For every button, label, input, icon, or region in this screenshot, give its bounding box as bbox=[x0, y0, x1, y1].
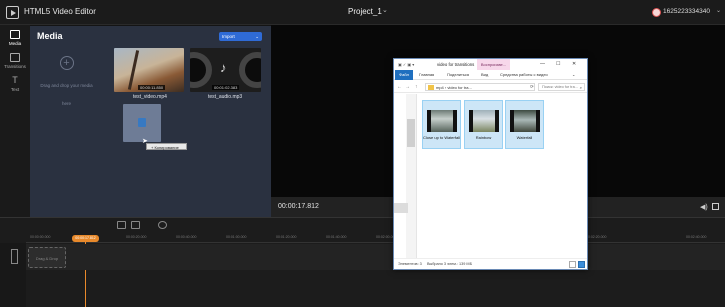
minimize-icon[interactable]: — bbox=[540, 61, 545, 67]
settings-icon[interactable] bbox=[158, 221, 167, 229]
up-icon[interactable]: ↑ bbox=[415, 84, 418, 90]
details-view-icon[interactable] bbox=[569, 261, 576, 268]
volume-icon[interactable]: ◀) bbox=[700, 203, 708, 211]
scrollbar-segment[interactable] bbox=[394, 203, 408, 213]
cut-icon[interactable] bbox=[131, 221, 140, 229]
file-item[interactable]: Waterfall bbox=[505, 100, 544, 149]
forward-icon[interactable]: → bbox=[405, 84, 410, 90]
folder-icon bbox=[428, 85, 434, 90]
ribbon-tab-video-tools[interactable]: Средства работы с видео bbox=[500, 72, 548, 77]
sidebar: Media Transitions T Text bbox=[0, 25, 30, 217]
sidebar-item-label: Text bbox=[10, 87, 20, 92]
current-time: 00:00:17.812 bbox=[278, 203, 319, 210]
file-name: Rainbow bbox=[475, 135, 492, 140]
quick-access-toolbar[interactable]: ▣ ✓ ▣ ▾ bbox=[398, 62, 414, 67]
media-icon bbox=[10, 30, 20, 39]
file-name: Waterfall bbox=[516, 135, 533, 140]
avatar[interactable] bbox=[652, 8, 661, 17]
tick-label: 00:00:20.000 bbox=[126, 235, 147, 239]
import-button-label: Import bbox=[222, 34, 235, 39]
vinyl-icon bbox=[239, 52, 261, 88]
tick-label: 00:01:20.000 bbox=[276, 235, 297, 239]
media-panel: Media Import ⌄ + Drag and drop your medi… bbox=[30, 26, 271, 217]
app-title: HTML5 Video Editor bbox=[24, 7, 96, 16]
refresh-icon[interactable]: ⟳ bbox=[530, 84, 534, 90]
playhead-time-badge[interactable]: 00:00:17.812 bbox=[72, 235, 99, 242]
file-item[interactable]: Rainbow bbox=[464, 100, 503, 149]
ribbon-tab-file[interactable]: Файл bbox=[395, 70, 413, 80]
video-thumbnail-image bbox=[127, 50, 140, 90]
timeline-drop-target[interactable]: Drag & Drop bbox=[28, 247, 66, 268]
media-item-audio[interactable]: ♪ 00:01:02.383 bbox=[190, 48, 261, 92]
status-item-count: Элементов: 3 bbox=[398, 262, 422, 266]
transitions-icon bbox=[10, 53, 20, 62]
user-id[interactable]: 1625223334340 bbox=[663, 8, 710, 15]
app-logo-icon bbox=[6, 6, 19, 19]
address-bar-row: ← → ↑ mp4 › video for tra... ⟳ Поиск: vi… bbox=[394, 81, 587, 93]
drop-zone-text: Drag and drop your media here bbox=[40, 83, 93, 106]
back-icon[interactable]: ← bbox=[397, 84, 402, 90]
file-icon bbox=[138, 118, 146, 127]
tick-label: 00:02:40.000 bbox=[686, 235, 707, 239]
panel-title: Media bbox=[37, 31, 63, 41]
address-path: mp4 › video for tra... bbox=[436, 85, 472, 90]
user-chevron-down-icon[interactable]: ⌄ bbox=[716, 7, 721, 14]
delete-icon[interactable] bbox=[117, 221, 126, 229]
drag-copy-tooltip: + Копирование bbox=[146, 143, 187, 150]
project-chevron-down-icon[interactable]: ⌄ bbox=[382, 6, 388, 14]
ribbon-expand-icon[interactable]: ⌄ bbox=[572, 72, 575, 77]
timeline-track[interactable] bbox=[26, 244, 725, 270]
ribbon-tab-home[interactable]: Главная bbox=[419, 72, 434, 77]
file-item[interactable]: Close up to Waterfall bbox=[422, 100, 461, 149]
fullscreen-icon[interactable] bbox=[712, 203, 719, 210]
ribbon-tab-view[interactable]: Вид bbox=[481, 72, 488, 77]
explorer-titlebar[interactable]: ▣ ✓ ▣ ▾ video for transitions Воспроизве… bbox=[394, 59, 587, 70]
video-editor-app: HTML5 Video Editor Project_1 ⌄ 162522333… bbox=[0, 0, 725, 307]
media-item-name: test_video.mp4 bbox=[133, 94, 167, 100]
chevron-down-icon: ⌄ bbox=[255, 34, 259, 39]
large-icons-view-icon[interactable] bbox=[578, 261, 585, 268]
tick-label: 00:00:00.000 bbox=[30, 235, 51, 239]
status-selection: Выбрано 3 элем.: 139 МБ bbox=[427, 262, 473, 266]
close-icon[interactable]: ✕ bbox=[572, 61, 576, 67]
search-placeholder: Поиск: video for tra... bbox=[542, 85, 578, 89]
timeline-ruler[interactable]: 00:00:00.000 00:00:20.000 00:00:40.000 0… bbox=[26, 233, 725, 243]
timeline-toolbar bbox=[0, 218, 725, 232]
tick-label: 00:00:40.000 bbox=[176, 235, 197, 239]
video-file-icon bbox=[510, 110, 540, 132]
search-input[interactable]: Поиск: video for tra... ⌕ bbox=[538, 83, 585, 91]
ribbon-tab-share[interactable]: Поделиться bbox=[447, 72, 469, 77]
status-bar: Элементов: 3 Выбрано 3 элем.: 139 МБ bbox=[394, 258, 587, 269]
file-name: Close up to Waterfall bbox=[423, 135, 460, 140]
video-file-icon bbox=[427, 110, 457, 132]
tick-label: 00:01:00.000 bbox=[226, 235, 247, 239]
duration-badge: 00:00:11.850 bbox=[138, 85, 166, 90]
track-type-icon[interactable] bbox=[11, 249, 18, 264]
tick-label: 00:02:20.000 bbox=[586, 235, 607, 239]
ribbon-tabs: Файл Главная Поделиться Вид Средства раб… bbox=[394, 70, 587, 80]
text-icon: T bbox=[12, 75, 18, 85]
header-bar: HTML5 Video Editor Project_1 ⌄ 162522333… bbox=[0, 0, 725, 25]
vinyl-icon bbox=[190, 52, 212, 88]
media-drop-zone[interactable]: + Drag and drop your media here bbox=[36, 47, 97, 106]
music-note-icon: ♪ bbox=[220, 60, 227, 75]
search-icon: ⌕ bbox=[579, 85, 582, 90]
plus-icon: + bbox=[59, 56, 74, 70]
tick-label: 00:01:40.000 bbox=[326, 235, 347, 239]
media-item-name: test_audio.mp3 bbox=[208, 94, 243, 100]
scrollbar-thumb[interactable] bbox=[407, 119, 415, 147]
project-title[interactable]: Project_1 bbox=[348, 7, 382, 16]
file-explorer-window: ▣ ✓ ▣ ▾ video for transitions Воспроизве… bbox=[393, 58, 588, 270]
contextual-tab[interactable]: Воспроизве... bbox=[477, 59, 510, 70]
video-file-icon bbox=[469, 110, 499, 132]
sidebar-item-text[interactable]: T Text bbox=[0, 73, 30, 99]
duration-badge: 00:01:02.383 bbox=[212, 85, 240, 90]
media-item-video[interactable]: 00:00:11.850 bbox=[114, 48, 184, 92]
import-button[interactable]: Import ⌄ bbox=[219, 32, 262, 41]
explorer-title: video for transitions bbox=[437, 62, 475, 67]
sidebar-item-label: Transitions bbox=[4, 64, 26, 69]
address-bar[interactable]: mp4 › video for tra... bbox=[425, 83, 535, 91]
maximize-icon[interactable]: ☐ bbox=[556, 61, 560, 67]
sidebar-item-label: Media bbox=[8, 41, 22, 46]
